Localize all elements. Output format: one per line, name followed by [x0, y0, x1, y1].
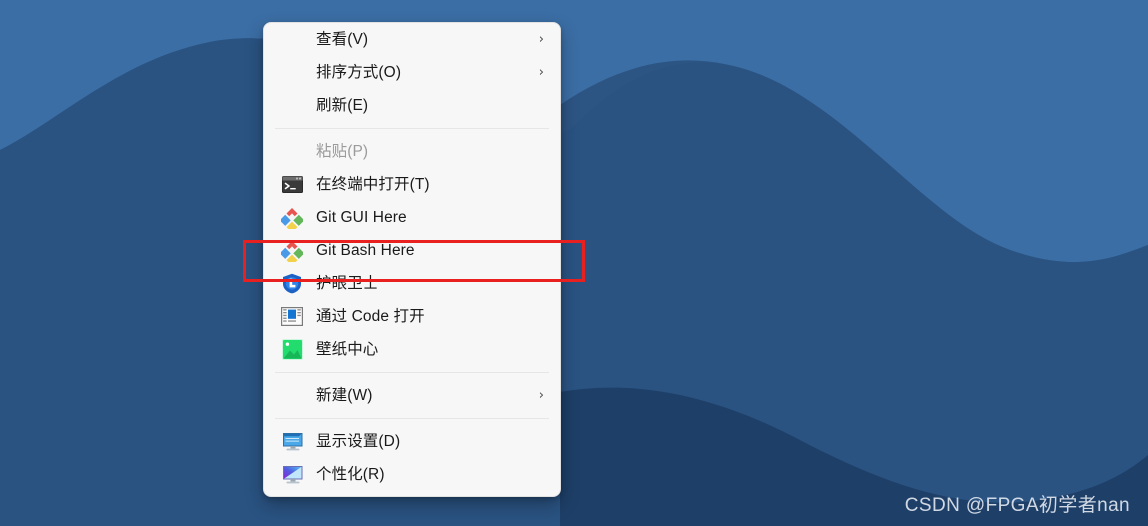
eye-guard-icon: [277, 272, 307, 296]
menu-item-open-in-terminal[interactable]: 在终端中打开(T): [264, 168, 560, 201]
display-settings-icon: [277, 430, 307, 454]
git-icon: [277, 206, 307, 230]
menu-item-git-bash-here[interactable]: Git Bash Here: [264, 234, 560, 267]
menu-item-git-gui-here[interactable]: Git GUI Here: [264, 201, 560, 234]
menu-group-settings: 显示设置(D) 个性化(R): [264, 425, 560, 491]
no-icon-spacer: [277, 140, 307, 164]
menu-group-new: 新建(W) ›: [264, 379, 560, 412]
menu-item-label: 刷新(E): [316, 96, 369, 114]
desktop-wallpaper: [0, 0, 1148, 526]
terminal-icon: [277, 173, 307, 197]
menu-item-label: 排序方式(O): [316, 63, 402, 81]
menu-separator: [275, 128, 549, 129]
menu-item-label: 个性化(R): [316, 465, 385, 483]
no-icon-spacer: [277, 384, 307, 408]
menu-item-wallpaper-center[interactable]: 壁纸中心: [264, 333, 560, 366]
no-icon-spacer: [277, 94, 307, 118]
wallpaper-center-icon: [277, 338, 307, 362]
menu-item-eye-guard[interactable]: 护眼卫士: [264, 267, 560, 300]
chevron-right-icon: ›: [538, 388, 544, 403]
desktop-context-menu[interactable]: 查看(V) › 排序方式(O) › 刷新(E) 粘贴(P) 在终端中打开(T) …: [263, 22, 561, 497]
chevron-right-icon: ›: [538, 65, 544, 80]
menu-item-label: 查看(V): [316, 30, 369, 48]
menu-item-sort-by[interactable]: 排序方式(O) ›: [264, 56, 560, 89]
menu-item-label: 新建(W): [316, 386, 373, 404]
menu-item-view[interactable]: 查看(V) ›: [264, 23, 560, 56]
menu-item-label: Git GUI Here: [316, 208, 407, 226]
menu-item-label: 在终端中打开(T): [316, 175, 430, 193]
menu-item-paste[interactable]: 粘贴(P): [264, 135, 560, 168]
menu-item-personalize[interactable]: 个性化(R): [264, 458, 560, 491]
menu-group-view: 查看(V) › 排序方式(O) › 刷新(E): [264, 23, 560, 122]
no-icon-spacer: [277, 61, 307, 85]
vscode-window-icon: [277, 305, 307, 329]
menu-item-refresh[interactable]: 刷新(E): [264, 89, 560, 122]
menu-separator: [275, 372, 549, 373]
menu-group-actions: 粘贴(P) 在终端中打开(T) Git GUI Here Git Bash He…: [264, 135, 560, 366]
no-icon-spacer: [277, 28, 307, 52]
personalize-icon: [277, 463, 307, 487]
menu-item-new[interactable]: 新建(W) ›: [264, 379, 560, 412]
menu-item-label: 粘贴(P): [316, 142, 369, 160]
menu-item-display-settings[interactable]: 显示设置(D): [264, 425, 560, 458]
menu-item-label: 护眼卫士: [316, 274, 379, 292]
menu-item-label: 通过 Code 打开: [316, 307, 425, 325]
menu-separator: [275, 418, 549, 419]
chevron-right-icon: ›: [538, 32, 544, 47]
menu-item-label: 壁纸中心: [316, 340, 379, 358]
csdn-watermark: CSDN @FPGA初学者nan: [904, 495, 1130, 516]
menu-item-label: Git Bash Here: [316, 241, 415, 259]
git-icon: [277, 239, 307, 263]
desktop[interactable]: 查看(V) › 排序方式(O) › 刷新(E) 粘贴(P) 在终端中打开(T) …: [0, 0, 1148, 526]
menu-item-open-with-code[interactable]: 通过 Code 打开: [264, 300, 560, 333]
menu-item-label: 显示设置(D): [316, 432, 401, 450]
